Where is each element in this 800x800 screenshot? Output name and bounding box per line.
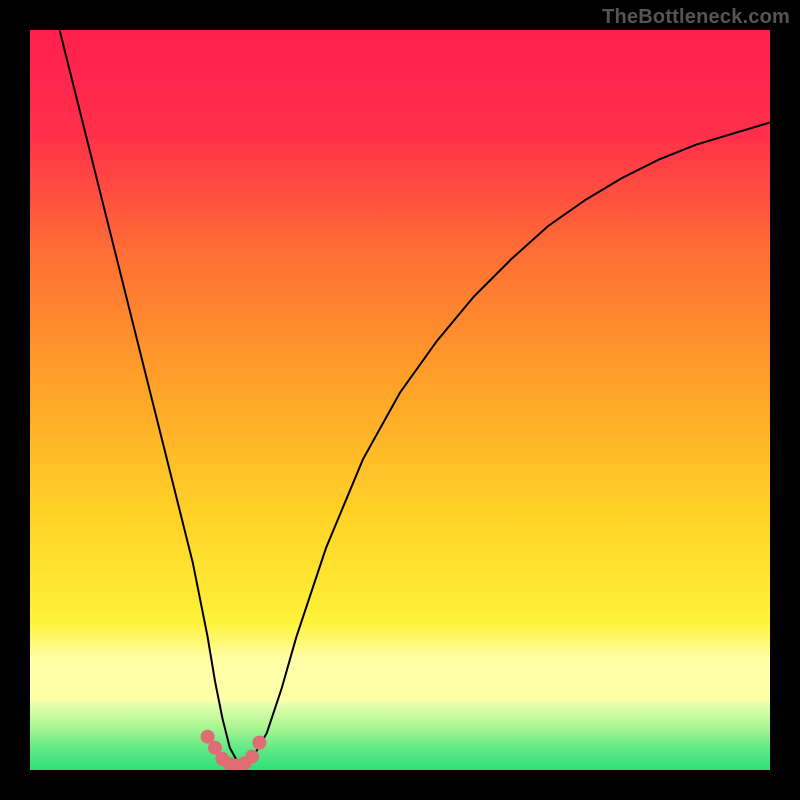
- bottleneck-chart: [30, 30, 770, 770]
- chart-frame: TheBottleneck.com: [0, 0, 800, 800]
- marker-dot: [245, 750, 259, 764]
- marker-dot: [252, 736, 266, 750]
- gradient-background: [30, 30, 770, 770]
- watermark-text: TheBottleneck.com: [602, 6, 790, 29]
